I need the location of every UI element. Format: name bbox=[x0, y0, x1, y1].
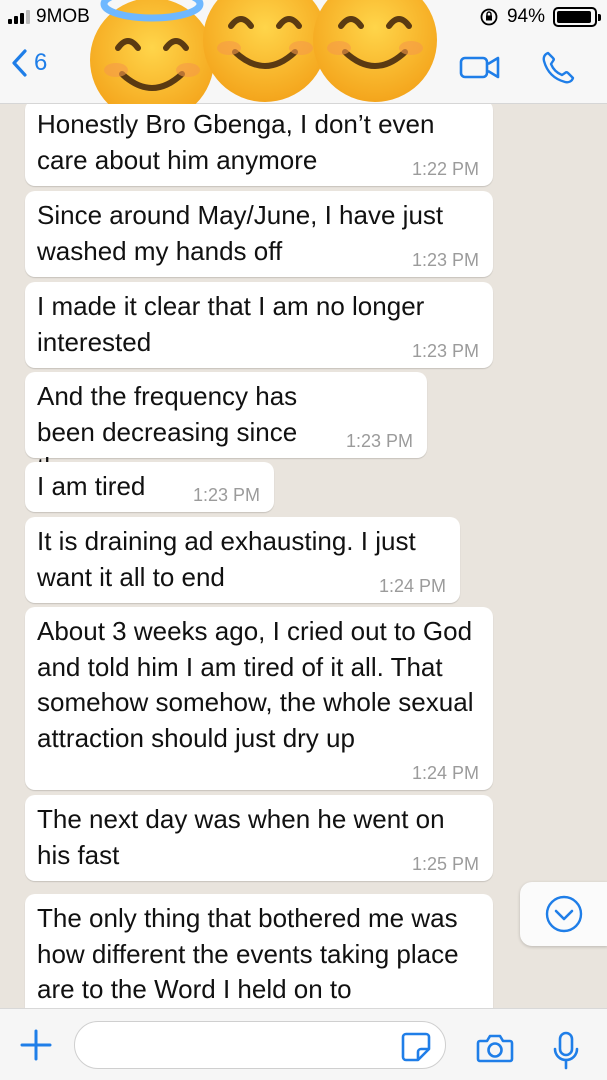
sticker-icon bbox=[401, 1032, 431, 1062]
signal-strength-icon bbox=[8, 10, 30, 24]
smiling-face-emoji bbox=[313, 0, 437, 102]
message-bubble[interactable]: The only thing that bothered me was how … bbox=[25, 894, 493, 1008]
orientation-lock-icon bbox=[480, 8, 498, 26]
battery-percent: 94% bbox=[506, 6, 545, 27]
chevron-down-icon bbox=[545, 895, 583, 933]
video-call-button[interactable] bbox=[458, 52, 502, 87]
battery-icon bbox=[553, 7, 601, 27]
message-bubble[interactable]: I made it clear that I am no longer inte… bbox=[25, 282, 493, 368]
message-time: 1:25 PM bbox=[411, 854, 479, 874]
message-text: The only thing that bothered me was how … bbox=[37, 903, 459, 1004]
message-time: 1:23 PM bbox=[411, 341, 479, 361]
video-camera-icon bbox=[459, 56, 500, 79]
camera-button[interactable] bbox=[476, 1033, 514, 1068]
message-time: 1:23 PM bbox=[411, 250, 479, 270]
message-bubble[interactable]: Since around May/June, I have just washe… bbox=[25, 191, 493, 277]
message-time: 1:23 PM bbox=[192, 485, 260, 505]
message-bubble[interactable]: And the frequency has been decreasing si… bbox=[25, 372, 427, 482]
sticker-button[interactable] bbox=[400, 1031, 432, 1068]
voice-call-button[interactable] bbox=[538, 48, 578, 93]
composer-bar bbox=[0, 1008, 607, 1080]
message-text: I made it clear that I am no longer inte… bbox=[37, 291, 425, 357]
message-bubble[interactable]: I am tired 1:23 PM bbox=[25, 462, 274, 512]
camera-icon bbox=[476, 1034, 514, 1063]
message-bubble[interactable]: The next day was when he went on his fas… bbox=[25, 795, 493, 881]
unread-count: 6 bbox=[34, 49, 48, 76]
message-time: 1:24 PM bbox=[411, 763, 479, 783]
message-time: 1:23 PM bbox=[345, 431, 413, 451]
message-time: 1:22 PM bbox=[411, 159, 479, 179]
attach-button[interactable] bbox=[18, 1027, 54, 1068]
microphone-icon bbox=[553, 1031, 579, 1070]
voice-message-button[interactable] bbox=[552, 1031, 580, 1076]
plus-icon bbox=[20, 1029, 52, 1061]
message-bubble[interactable]: About 3 weeks ago, I cried out to God an… bbox=[25, 607, 493, 790]
message-list[interactable]: Honestly Bro Gbenga, I don’t even care a… bbox=[0, 104, 607, 1008]
chevron-left-icon bbox=[12, 49, 27, 77]
phone-icon bbox=[542, 51, 575, 84]
back-button[interactable]: 6 bbox=[10, 48, 47, 78]
message-time: 1:24 PM bbox=[378, 576, 446, 596]
message-bubble[interactable]: It is draining ad exhausting. I just wan… bbox=[25, 517, 460, 603]
message-bubble[interactable]: Honestly Bro Gbenga, I don’t even care a… bbox=[25, 104, 493, 186]
message-input[interactable] bbox=[74, 1021, 446, 1069]
scroll-to-bottom-button[interactable] bbox=[520, 882, 607, 946]
message-text: About 3 weeks ago, I cried out to God an… bbox=[37, 616, 474, 753]
